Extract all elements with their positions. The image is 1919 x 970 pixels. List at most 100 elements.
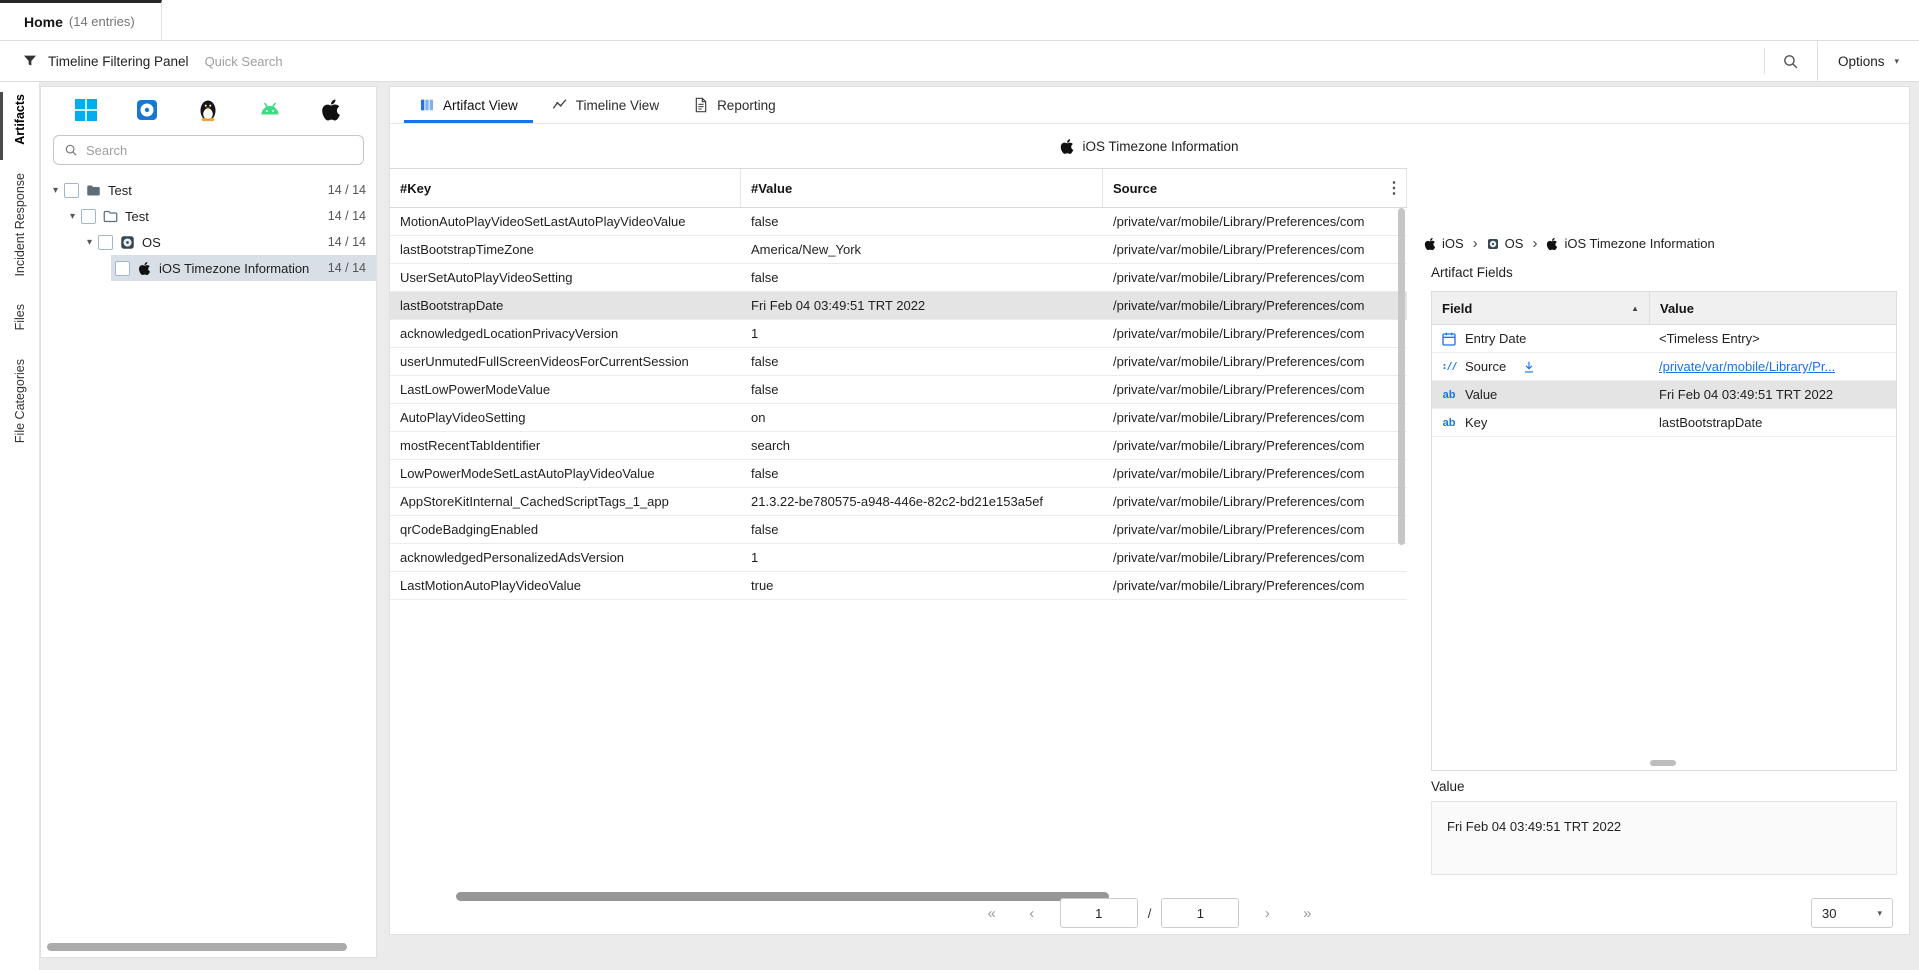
table-row[interactable]: userUnmutedFullScreenVideosForCurrentSes… (390, 348, 1407, 376)
tab-reporting[interactable]: Reporting (676, 87, 793, 123)
breadcrumb-item-ios[interactable]: iOS (1424, 236, 1464, 251)
filter-panel-title: Timeline Filtering Panel (48, 54, 189, 69)
field-column-header[interactable]: Field ▲ (1432, 292, 1650, 324)
cell-value: 1 (741, 320, 1103, 347)
breadcrumb-item-os[interactable]: OS (1487, 236, 1524, 251)
current-page-input[interactable]: 1 (1060, 898, 1138, 928)
table-row[interactable]: lastBootstrapDateFri Feb 04 03:49:51 TRT… (390, 292, 1407, 320)
prev-page-button[interactable]: ‹ (1014, 905, 1050, 922)
next-page-button[interactable]: › (1249, 905, 1285, 922)
linux-icon[interactable] (196, 98, 220, 122)
page-size-select[interactable]: 30 ▾ (1811, 898, 1893, 928)
cell-key: LastLowPowerModeValue (390, 376, 741, 403)
android-icon[interactable] (258, 98, 282, 122)
field-name-cell: abKey (1432, 409, 1650, 436)
cell-value: America/New_York (741, 236, 1103, 263)
search-button[interactable] (1765, 41, 1817, 81)
artifact-fields-title: Artifact Fields (1431, 265, 1513, 280)
tree-checkbox[interactable] (115, 261, 130, 276)
expand-caret[interactable]: ▾ (47, 185, 64, 196)
artifact-title-bar: iOS Timezone Information (390, 124, 1909, 168)
apple-icon (1060, 138, 1074, 155)
options-button[interactable]: Options ▾ (1817, 41, 1919, 81)
last-page-button[interactable]: » (1289, 905, 1325, 922)
rail-tab-files[interactable]: Files (13, 304, 27, 330)
table-row[interactable]: acknowledgedLocationPrivacyVersion1/priv… (390, 320, 1407, 348)
table-row[interactable]: AutoPlayVideoSettingon/private/var/mobil… (390, 404, 1407, 432)
table-row[interactable]: LastLowPowerModeValuefalse/private/var/m… (390, 376, 1407, 404)
rail-tab-incident-response[interactable]: Incident Response (13, 173, 27, 277)
disk-icon[interactable] (135, 98, 159, 122)
field-value-cell: /private/var/mobile/Library/Pr... (1650, 353, 1896, 380)
value-column-header[interactable]: Value (1650, 292, 1896, 324)
view-tab-label: Artifact View (443, 98, 518, 113)
tree-search-box (53, 135, 364, 165)
column-header-value[interactable]: #Value (741, 169, 1103, 207)
field-value[interactable]: /private/var/mobile/Library/Pr... (1659, 359, 1835, 374)
rail-tab-artifacts[interactable]: Artifacts (13, 94, 27, 145)
table-row[interactable]: acknowledgedPersonalizedAdsVersion1/priv… (390, 544, 1407, 572)
cell-value: true (741, 572, 1103, 599)
tree-item-test[interactable]: ▾Test14 / 14 (41, 203, 376, 229)
tree-search-input[interactable] (86, 143, 353, 158)
view-tab-label: Timeline View (576, 98, 659, 113)
sort-ascending-icon: ▲ (1631, 304, 1639, 313)
home-tab[interactable]: Home (14 entries) (0, 0, 162, 40)
folder-icon (86, 183, 101, 198)
rail-tab-file-categories[interactable]: File Categories (13, 359, 27, 443)
artifact-table-body: MotionAutoPlayVideoSetLastAutoPlayVideoV… (390, 208, 1407, 600)
tree-item-os[interactable]: ▾OS14 / 14 (41, 229, 376, 255)
column-menu-icon[interactable]: ⋮ (1386, 169, 1402, 207)
table-row[interactable]: mostRecentTabIdentifiersearch/private/va… (390, 432, 1407, 460)
table-row[interactable]: AppStoreKitInternal_CachedScriptTags_1_a… (390, 488, 1407, 516)
quick-search-input[interactable] (205, 54, 1764, 69)
table-vertical-scrollbar[interactable] (1398, 208, 1405, 668)
tree-horizontal-scrollbar[interactable] (47, 943, 370, 951)
artifact-fields-panel: Field ▲ Value Entry Date<Timeless Entry>… (1431, 291, 1897, 771)
column-header-source[interactable]: Source (1103, 169, 1407, 207)
tree-checkbox[interactable] (98, 235, 113, 250)
cell-value: search (741, 432, 1103, 459)
windows-icon[interactable] (74, 98, 98, 122)
breadcrumb-label: iOS Timezone Information (1564, 236, 1714, 251)
cell-value: 1 (741, 544, 1103, 571)
download-icon[interactable] (1522, 360, 1536, 374)
field-name-cell: Entry Date (1432, 325, 1650, 352)
fields-horizontal-scrollbar[interactable] (1650, 760, 1676, 766)
artifact-field-row[interactable]: ://Source/private/var/mobile/Library/Pr.… (1432, 353, 1896, 381)
tab-artifact-view[interactable]: Artifact View (402, 87, 535, 123)
column-header-key[interactable]: #Key (390, 169, 741, 207)
first-page-button[interactable]: « (974, 905, 1010, 922)
os-icon (1487, 237, 1499, 251)
expand-caret[interactable]: ▾ (64, 211, 81, 222)
table-row[interactable]: LastMotionAutoPlayVideoValuetrue/private… (390, 572, 1407, 600)
apple-icon (137, 261, 152, 276)
tab-timeline-view[interactable]: Timeline View (535, 87, 676, 123)
cell-value: 21.3.22-be780575-a948-446e-82c2-bd21e153… (741, 488, 1103, 515)
table-row[interactable]: qrCodeBadgingEnabledfalse/private/var/mo… (390, 516, 1407, 544)
tree-item-test[interactable]: ▾Test14 / 14 (41, 177, 376, 203)
table-row[interactable]: lastBootstrapTimeZoneAmerica/New_York/pr… (390, 236, 1407, 264)
expand-caret[interactable]: ▾ (81, 237, 98, 248)
table-row[interactable]: LowPowerModeSetLastAutoPlayVideoValuefal… (390, 460, 1407, 488)
table-row[interactable]: MotionAutoPlayVideoSetLastAutoPlayVideoV… (390, 208, 1407, 236)
tree-item-count: 14 / 14 (324, 183, 366, 197)
scrollbar-thumb[interactable] (47, 943, 347, 951)
cell-key: lastBootstrapTimeZone (390, 236, 741, 263)
tree-item-ios-timezone-information[interactable]: iOS Timezone Information14 / 14 (41, 255, 376, 281)
apple-icon[interactable] (319, 98, 343, 122)
tree-checkbox[interactable] (64, 183, 79, 198)
scrollbar-thumb[interactable] (1398, 208, 1405, 545)
calendar-icon (1441, 331, 1457, 347)
breadcrumb-item-ios-timezone-information[interactable]: iOS Timezone Information (1546, 236, 1714, 251)
chevron-down-icon: ▾ (1894, 56, 1899, 67)
cell-source: /private/var/mobile/Library/Preferences/… (1103, 432, 1407, 459)
home-tab-label: Home (24, 14, 63, 30)
artifact-field-row[interactable]: Entry Date<Timeless Entry> (1432, 325, 1896, 353)
table-row[interactable]: UserSetAutoPlayVideoSettingfalse/private… (390, 264, 1407, 292)
artifact-field-row[interactable]: abKeylastBootstrapDate (1432, 409, 1896, 437)
cell-key: mostRecentTabIdentifier (390, 432, 741, 459)
artifact-field-row[interactable]: abValueFri Feb 04 03:49:51 TRT 2022 (1432, 381, 1896, 409)
tree-checkbox[interactable] (81, 209, 96, 224)
total-pages-box[interactable]: 1 (1161, 898, 1239, 928)
